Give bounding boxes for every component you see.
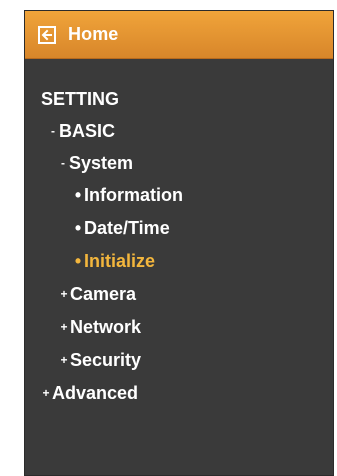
menu-item-initialize[interactable]: • Initialize (73, 252, 155, 270)
menu-item-basic[interactable]: - BASIC (48, 122, 115, 140)
menu-item-network[interactable]: + Network (59, 318, 141, 336)
menu-root-label: SETTING (41, 89, 120, 109)
menu-item-camera[interactable]: + Camera (59, 285, 136, 303)
collapse-indicator: - (51, 124, 55, 138)
expand-indicator: + (42, 386, 50, 400)
settings-panel: Home SETTING - BASIC - System • Information… (24, 10, 334, 476)
menu-item-date-time-label: Date/Time (84, 218, 170, 238)
menu-item-security[interactable]: + Security (59, 351, 141, 369)
expand-indicator: + (60, 320, 68, 334)
menu-root-setting: SETTING (41, 90, 119, 108)
collapse-indicator: - (61, 156, 65, 170)
menu-item-system-label: System (69, 153, 134, 173)
menu-item-information[interactable]: • Information (73, 186, 183, 204)
expand-indicator: + (60, 353, 68, 367)
home-title[interactable]: Home (68, 24, 118, 45)
back-arrow-icon[interactable] (38, 25, 56, 44)
bullet-icon: • (74, 185, 82, 205)
menu-item-advanced-label: Advanced (52, 383, 139, 403)
menu-item-camera-label: Camera (70, 284, 137, 304)
menu-item-advanced[interactable]: + Advanced (41, 384, 138, 402)
bullet-icon: • (74, 218, 82, 238)
menu-item-date-time[interactable]: • Date/Time (73, 219, 170, 237)
menu-item-system[interactable]: - System (58, 154, 133, 172)
panel-header[interactable]: Home (25, 11, 333, 59)
menu-item-initialize-label: Initialize (84, 251, 156, 271)
bullet-icon: • (74, 251, 82, 271)
menu-item-basic-label: BASIC (59, 121, 116, 141)
menu-item-information-label: Information (84, 185, 183, 205)
expand-indicator: + (60, 287, 68, 301)
menu-item-security-label: Security (70, 350, 142, 370)
menu-item-network-label: Network (70, 317, 142, 337)
